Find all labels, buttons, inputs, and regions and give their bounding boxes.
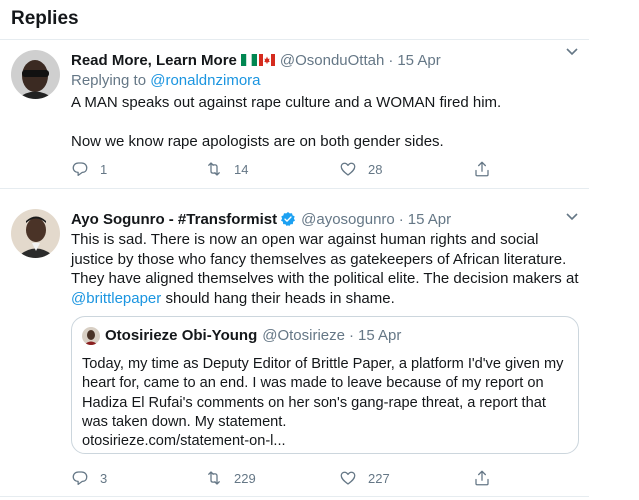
replies-header: Replies (11, 8, 79, 29)
tweet-text: A MAN speaks out against rape culture an… (71, 93, 583, 152)
mention-link[interactable]: @brittlepaper (71, 290, 161, 307)
replying-to-label: Replying to (71, 72, 147, 89)
avatar[interactable] (11, 50, 60, 99)
tweet-divider (0, 496, 589, 497)
replying-to: Replying to @ronaldnzimora (71, 71, 583, 91)
avatar[interactable] (11, 209, 60, 258)
share-icon (475, 470, 489, 486)
tweet-text-line: Now we know rape apologists are on both … (71, 133, 444, 150)
verified-badge-icon (281, 212, 296, 227)
tweet-text-end: should hang their heads in shame. (161, 289, 395, 307)
share-button[interactable] (473, 160, 607, 178)
retweet-count: 14 (234, 161, 249, 177)
tweet-actions: 1 14 28 (71, 160, 607, 178)
quoted-avatar (82, 326, 100, 345)
reply-icon (72, 162, 88, 177)
retweet-button[interactable]: 14 (205, 160, 339, 178)
quoted-tweet-header: Otosirieze Obi-Young @Otosirieze · 15 Ap… (82, 326, 568, 345)
like-button[interactable]: 28 (339, 160, 473, 178)
like-count: 227 (368, 470, 390, 486)
reply-count: 3 (100, 470, 108, 486)
tweet-date[interactable]: 15 Apr (397, 52, 440, 69)
quoted-link[interactable]: otosirieze.com/statement-on-l... (82, 433, 286, 449)
quoted-display-name: Otosirieze Obi-Young (105, 327, 258, 344)
reply-mention-link[interactable]: @ronaldnzimora (150, 72, 260, 89)
reply-count: 1 (100, 161, 108, 177)
share-button[interactable] (473, 469, 607, 487)
separator-dot: · (348, 327, 354, 344)
separator-dot: · (398, 210, 404, 228)
quoted-tweet-text: Today, my time as Deputy Editor of Britt… (82, 355, 568, 451)
tweet-text-main: This is sad. There is now an open war ag… (71, 231, 579, 287)
tweet-actions: 3 229 227 (71, 469, 607, 487)
separator-dot: · (388, 51, 394, 69)
tweet[interactable]: Read More, Learn More @OsonduOttah · 15 … (0, 40, 589, 187)
display-name[interactable]: Read More, Learn More (71, 52, 237, 69)
like-icon (340, 471, 356, 485)
share-icon (475, 161, 489, 177)
tweet-date[interactable]: 15 Apr (408, 211, 451, 228)
reply-button[interactable]: 1 (71, 160, 205, 178)
user-handle[interactable]: @OsonduOttah (280, 52, 384, 69)
retweet-button[interactable]: 229 (205, 469, 339, 487)
quoted-tweet-date: 15 Apr (357, 327, 402, 344)
retweet-icon (208, 471, 220, 485)
reply-button[interactable]: 3 (71, 469, 205, 487)
reply-icon (72, 471, 88, 486)
tweet[interactable]: Ayo Sogunro - #Transformist @ayosogunro … (0, 189, 589, 500)
retweet-icon (208, 162, 220, 176)
quoted-user-handle: @Otosirieze (262, 327, 345, 344)
retweet-count: 229 (234, 470, 256, 486)
like-icon (340, 162, 356, 176)
tweet-header: Read More, Learn More @OsonduOttah · 15 … (71, 50, 583, 70)
tweet-text-line: A MAN speaks out against rape culture an… (71, 94, 502, 111)
like-button[interactable]: 227 (339, 469, 473, 487)
quoted-tweet[interactable]: Otosirieze Obi-Young @Otosirieze · 15 Ap… (71, 316, 579, 454)
tweet-text: This is sad. There is now an open war ag… (71, 230, 583, 308)
like-count: 28 (368, 161, 383, 177)
tweet-header: Ayo Sogunro - #Transformist @ayosogunro … (71, 209, 583, 229)
display-name[interactable]: Ayo Sogunro - #Transformist (71, 211, 277, 228)
nigeria-flag-icon (240, 54, 257, 66)
canada-flag-icon (258, 54, 275, 66)
quoted-text: Today, my time as Deputy Editor of Britt… (82, 356, 564, 430)
user-handle[interactable]: @ayosogunro (301, 211, 395, 228)
